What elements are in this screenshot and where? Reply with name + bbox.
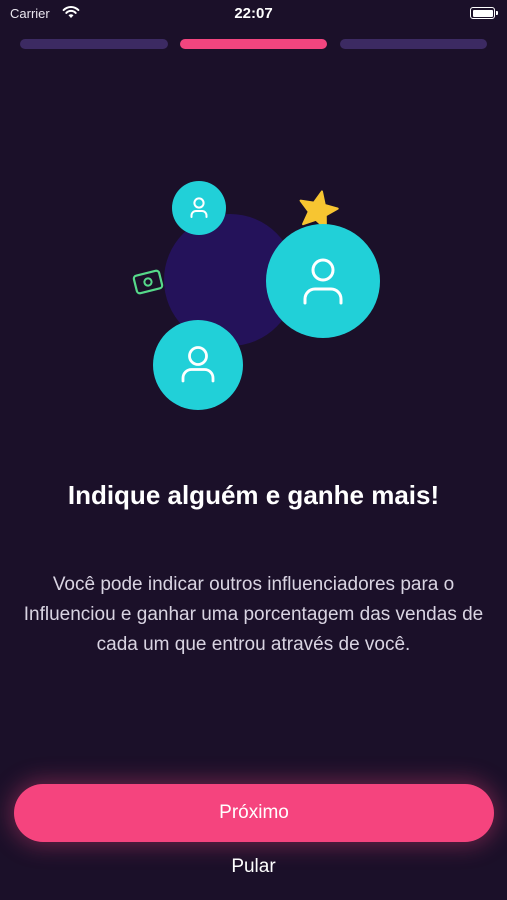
battery-icon [470, 7, 498, 19]
referral-illustration [132, 181, 380, 410]
user-icon [266, 224, 380, 338]
progress-step-3 [340, 39, 487, 49]
clock: 22:07 [234, 5, 273, 22]
money-icon [132, 269, 164, 295]
page-title: Indique alguém e ganhe mais! [67, 480, 440, 510]
user-icon [172, 181, 226, 235]
progress-step-1 [20, 39, 168, 49]
skip-button[interactable]: Pular [0, 856, 507, 878]
user-icon [153, 320, 243, 410]
status-bar: Carrier 22:07 [0, 0, 507, 28]
next-button[interactable]: Próximo [14, 784, 494, 842]
description-text: Você pode indicar outros influenciadores… [23, 574, 484, 655]
progress-step-2 [180, 39, 327, 49]
star-icon [299, 190, 339, 231]
onboarding-progress [20, 39, 487, 49]
